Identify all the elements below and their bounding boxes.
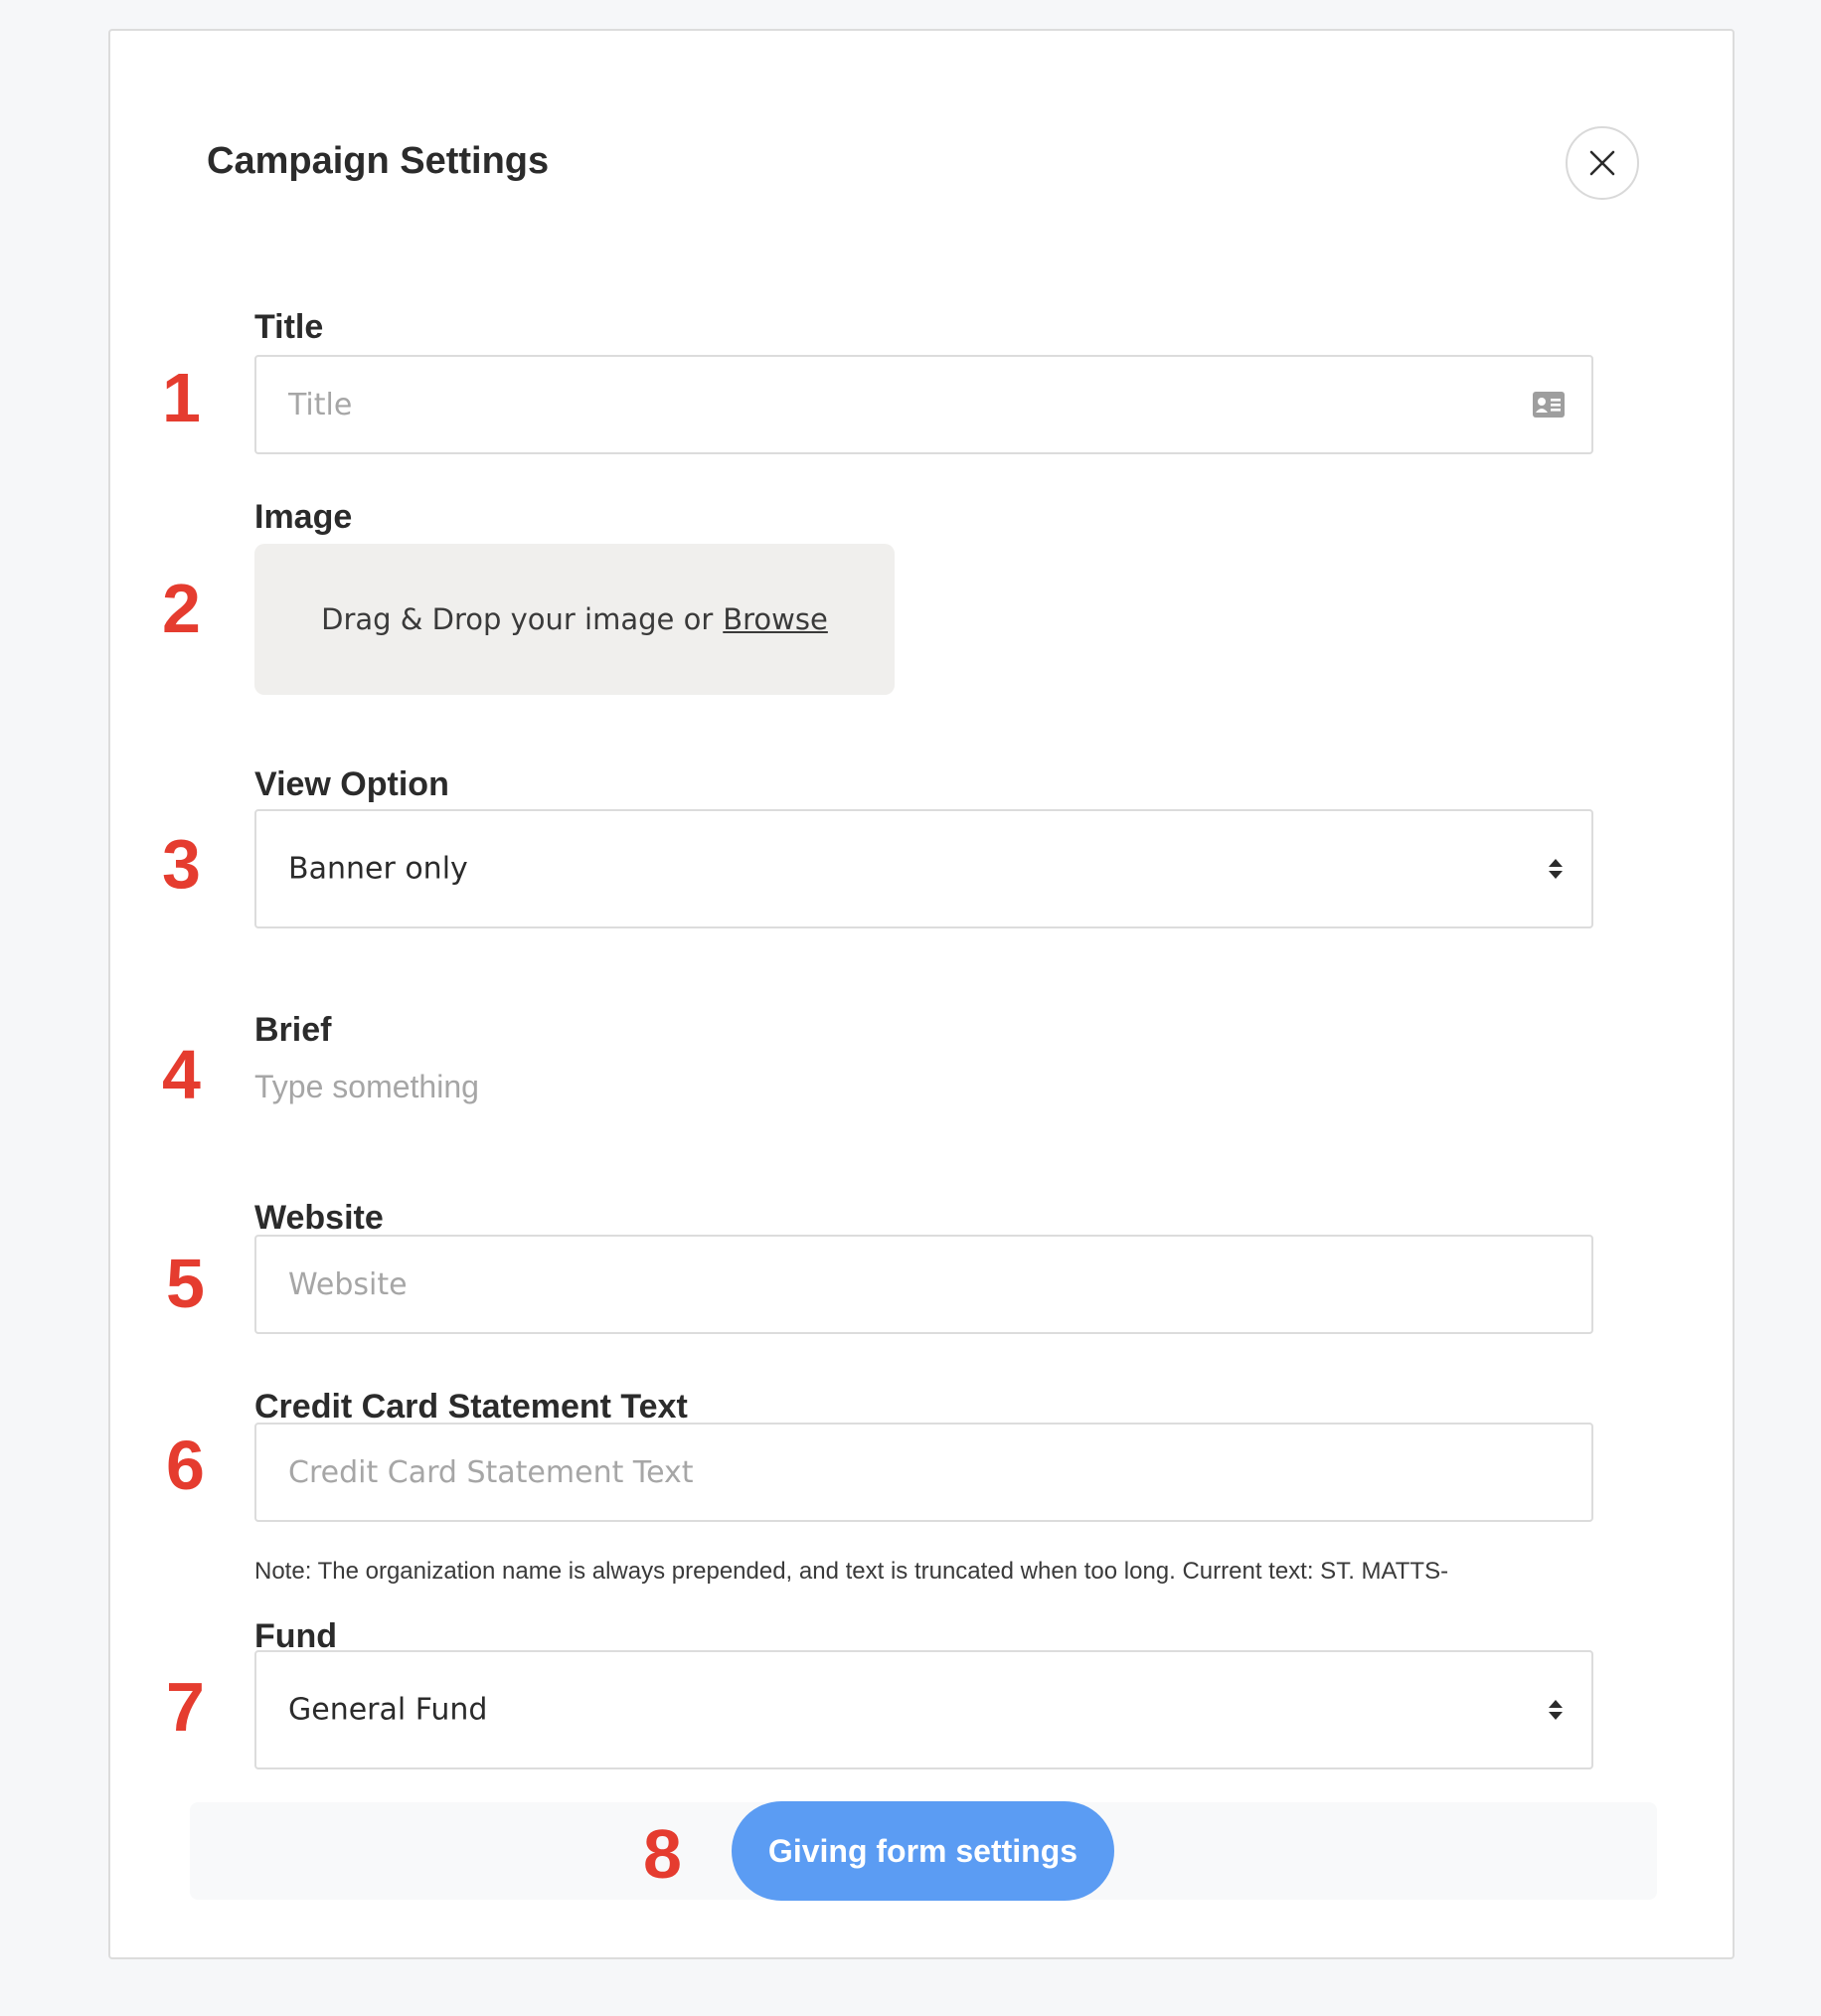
website-input[interactable] [256, 1237, 1591, 1332]
credit-card-label: Credit Card Statement Text [254, 1388, 688, 1426]
fund-label: Fund [254, 1617, 338, 1655]
view-option-label: View Option [254, 765, 449, 803]
fund-value: General Fund [288, 1692, 488, 1728]
credit-card-note: Note: The organization name is always pr… [254, 1558, 1449, 1585]
close-icon [1589, 150, 1615, 176]
view-option-value: Banner only [288, 851, 468, 887]
marker-5: 5 [166, 1245, 205, 1322]
campaign-settings-modal: Campaign Settings 1 Title 2 Image Drag &… [108, 29, 1735, 1959]
marker-8: 8 [643, 1815, 682, 1893]
credit-card-field [254, 1423, 1593, 1522]
marker-3: 3 [162, 825, 201, 903]
modal-title: Campaign Settings [207, 140, 550, 182]
marker-2: 2 [162, 570, 201, 647]
sort-arrows-icon [1549, 1700, 1563, 1720]
view-option-select[interactable]: Banner only [254, 809, 1593, 928]
brief-input[interactable]: Type something [254, 1069, 479, 1105]
credit-card-input[interactable] [256, 1425, 1591, 1520]
image-dropzone[interactable]: Drag & Drop your image or Browse [254, 544, 895, 695]
website-field [254, 1235, 1593, 1334]
title-label: Title [254, 308, 324, 346]
image-label: Image [254, 498, 353, 536]
contact-card-icon [1533, 392, 1565, 418]
brief-label: Brief [254, 1011, 332, 1049]
giving-form-settings-button[interactable]: Giving form settings [732, 1801, 1114, 1901]
close-button[interactable] [1566, 126, 1639, 200]
browse-link[interactable]: Browse [723, 602, 828, 636]
title-field [254, 355, 1593, 454]
dropzone-text: Drag & Drop your image or [321, 602, 714, 636]
fund-select[interactable]: General Fund [254, 1650, 1593, 1769]
sort-arrows-icon [1549, 859, 1563, 879]
marker-4: 4 [162, 1036, 201, 1113]
website-label: Website [254, 1199, 384, 1237]
marker-6: 6 [166, 1427, 205, 1504]
marker-1: 1 [162, 359, 201, 436]
marker-7: 7 [166, 1668, 205, 1746]
title-input[interactable] [256, 357, 1591, 452]
